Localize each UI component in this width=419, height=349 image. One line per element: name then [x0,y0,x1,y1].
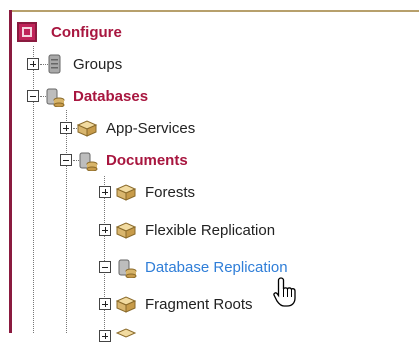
server-icon [48,54,61,74]
folder-box-icon [76,120,98,137]
tree-node-configure[interactable]: Configure [17,19,122,45]
database-icon [79,152,98,171]
folder-box-icon [115,296,137,313]
collapse-toggle[interactable] [27,90,39,102]
database-icon [46,88,65,107]
tree-node-partial[interactable] [99,323,145,349]
tree-node-label[interactable]: Forests [145,184,195,201]
folder-box-icon [115,328,137,338]
tree-node-label[interactable]: Database Replication [145,259,288,276]
tree-node-label[interactable]: App-Services [106,120,195,137]
expand-toggle[interactable] [99,298,111,310]
folder-box-icon [115,184,137,201]
collapse-toggle[interactable] [60,154,72,166]
tree-node-label[interactable]: Documents [106,152,188,169]
collapse-toggle[interactable] [99,261,111,273]
configure-icon [17,22,37,42]
expand-toggle[interactable] [60,122,72,134]
tree-node-label[interactable]: Flexible Replication [145,222,275,239]
tree-node-flexible-replication[interactable]: Flexible Replication [99,217,275,243]
tree-guide [66,110,67,333]
expand-toggle[interactable] [99,330,111,342]
expand-toggle[interactable] [99,186,111,198]
tree-node-label[interactable]: Groups [73,56,122,73]
tree-node-fragment-roots[interactable]: Fragment Roots [99,291,253,317]
panel-left-border [9,10,12,333]
tree-node-label[interactable]: Configure [51,24,122,41]
panel-top-border [10,10,419,12]
tree-node-groups[interactable]: Groups [27,51,122,77]
expand-toggle[interactable] [99,224,111,236]
tree-node-database-replication[interactable]: Database Replication [99,254,288,280]
expand-toggle[interactable] [27,58,39,70]
tree-node-documents[interactable]: Documents [60,147,188,173]
tree-node-label[interactable]: Fragment Roots [145,296,253,313]
folder-box-icon [115,222,137,239]
database-icon [118,259,137,278]
tree-node-label[interactable]: Databases [73,88,148,105]
tree-node-app-services[interactable]: App-Services [60,115,195,141]
tree-node-forests[interactable]: Forests [99,179,195,205]
hand-pointer-icon [273,277,296,307]
tree-node-databases[interactable]: Databases [27,83,148,109]
